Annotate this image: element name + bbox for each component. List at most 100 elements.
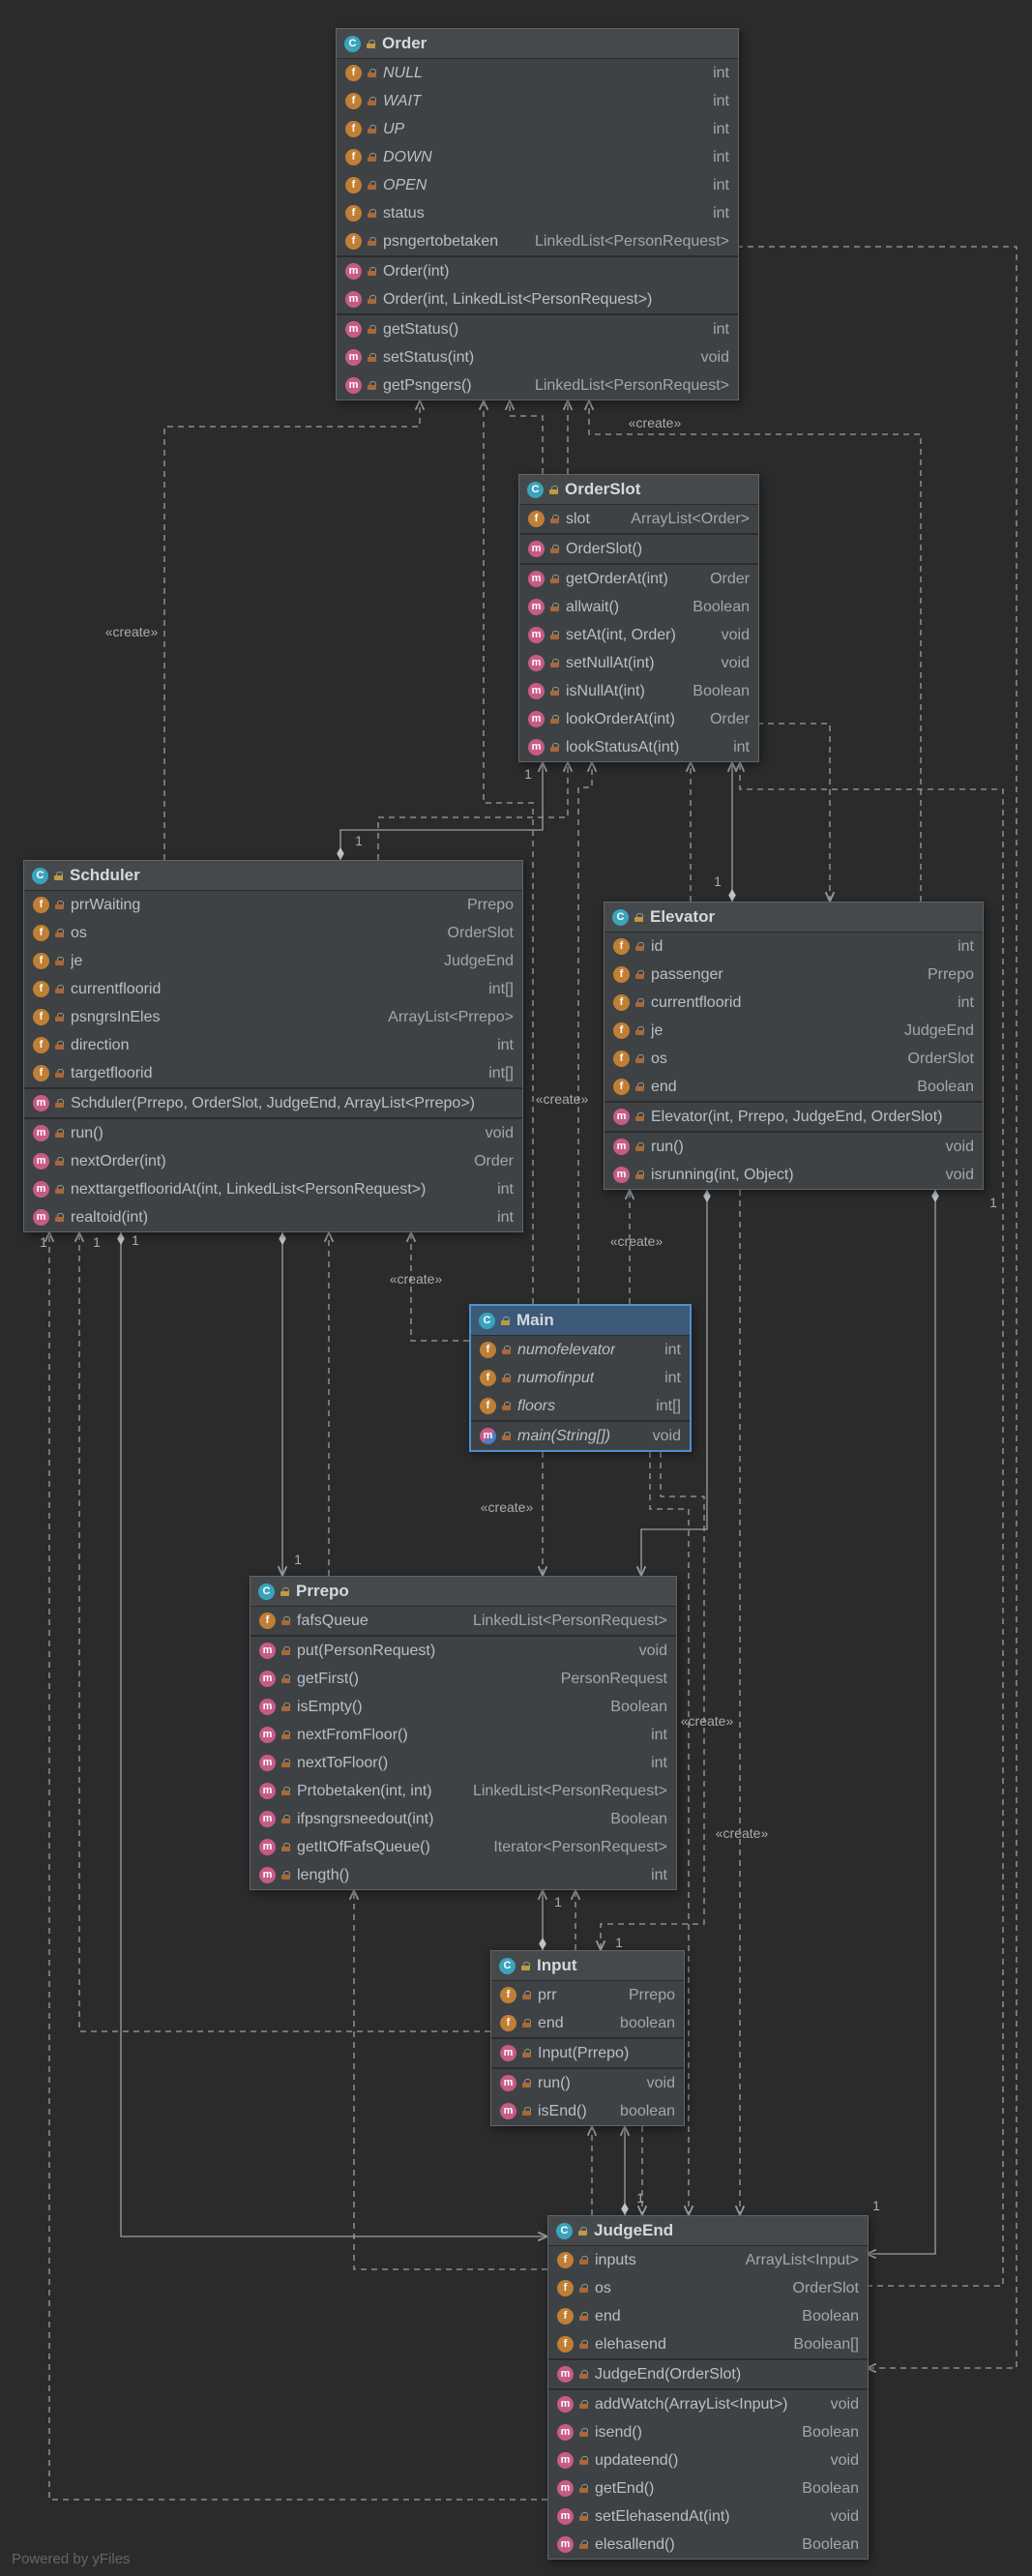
class-main[interactable]: C Main f numofelevator int f numofinput int f flo…	[469, 1304, 692, 1452]
method-row[interactable]: m getItOfFafsQueue() Iterator<PersonReques…	[251, 1833, 676, 1861]
field-row[interactable]: f passenger Prrepo	[604, 961, 983, 989]
method-row[interactable]: m isend() Boolean	[548, 2418, 868, 2446]
field-row[interactable]: f elehasend Boolean[]	[548, 2330, 868, 2358]
field-row[interactable]: f end boolean	[491, 2009, 684, 2037]
member-name: numofinput	[517, 1369, 595, 1386]
method-row[interactable]: m setNullAt(int) void	[519, 649, 758, 677]
field-row[interactable]: f end Boolean	[548, 2302, 868, 2330]
field-row[interactable]: f inputs ArrayList<Input>	[548, 2246, 868, 2274]
class-header-main[interactable]: C Main	[471, 1306, 690, 1336]
class-header-order[interactable]: C Order	[337, 29, 738, 59]
field-row[interactable]: f slot ArrayList<Order>	[519, 505, 758, 533]
method-row[interactable]: m isNullAt(int) Boolean	[519, 677, 758, 705]
method-row[interactable]: m getEnd() Boolean	[548, 2474, 868, 2502]
method-row[interactable]: m Prtobetaken(int, int) LinkedList<PersonR…	[251, 1777, 676, 1805]
class-header-schduler[interactable]: C Schduler	[24, 861, 522, 891]
field-row[interactable]: f UP int	[337, 115, 738, 143]
method-row[interactable]: m realtoid(int) int	[24, 1203, 522, 1231]
method-row[interactable]: m lookOrderAt(int) Order	[519, 705, 758, 733]
member-type: int	[497, 1036, 514, 1053]
class-header-elevator[interactable]: C Elevator	[604, 903, 983, 933]
constructor-row[interactable]: m Order(int)	[337, 257, 738, 285]
constructor-row[interactable]: m Input(Prrepo)	[491, 2039, 684, 2067]
method-row[interactable]: m getPsngers() LinkedList<PersonRequest>	[337, 371, 738, 400]
lock-icon	[281, 1731, 291, 1739]
method-row[interactable]: m getOrderAt(int) Order	[519, 565, 758, 593]
field-row[interactable]: f OPEN int	[337, 171, 738, 199]
class-header-prrepo[interactable]: C Prrepo	[251, 1577, 676, 1607]
method-row[interactable]: m nextFromFloor() int	[251, 1721, 676, 1749]
class-header-input[interactable]: C Input	[491, 1951, 684, 1981]
constructor-row[interactable]: m OrderSlot()	[519, 535, 758, 563]
field-row[interactable]: f psngrsInEles ArrayList<Prrepo>	[24, 1003, 522, 1031]
method-row[interactable]: m run() void	[604, 1133, 983, 1161]
field-row[interactable]: f floors int[]	[471, 1392, 690, 1420]
method-row[interactable]: m main(String[]) void	[471, 1422, 690, 1450]
method-row[interactable]: m isEnd() boolean	[491, 2097, 684, 2125]
field-row[interactable]: f direction int	[24, 1031, 522, 1059]
field-row[interactable]: f prr Prrepo	[491, 1981, 684, 2009]
class-judgeend[interactable]: C JudgeEnd f inputs ArrayList<Input> f os Order…	[547, 2215, 869, 2560]
field-row[interactable]: f numofelevator int	[471, 1336, 690, 1364]
field-row[interactable]: f je JudgeEnd	[604, 1017, 983, 1045]
class-schduler[interactable]: C Schduler f prrWaiting Prrepo f os OrderSlot f j…	[23, 860, 523, 1232]
method-row[interactable]: m length() int	[251, 1861, 676, 1889]
class-orderslot[interactable]: C OrderSlot f slot ArrayList<Order> m OrderSlo…	[518, 474, 759, 762]
field-row[interactable]: f os OrderSlot	[24, 919, 522, 947]
method-row[interactable]: m ifpsngrsneedout(int) Boolean	[251, 1805, 676, 1833]
method-row[interactable]: m setElehasendAt(int) void	[548, 2502, 868, 2531]
field-row[interactable]: f je JudgeEnd	[24, 947, 522, 975]
field-row[interactable]: f currentfloorid int	[604, 989, 983, 1017]
field-row[interactable]: f numofinput int	[471, 1364, 690, 1392]
method-row[interactable]: m nexttargetflooridAt(int, LinkedList<Per…	[24, 1175, 522, 1203]
class-order[interactable]: C Order f NULL int f WAIT int f UP int f DOWN int f OPE…	[336, 28, 739, 400]
field-row[interactable]: f WAIT int	[337, 87, 738, 115]
method-row[interactable]: m nextOrder(int) Order	[24, 1147, 522, 1175]
constructor-row[interactable]: m Order(int, LinkedList<PersonRequest>)	[337, 285, 738, 313]
constructor-row[interactable]: m Schduler(Prrepo, OrderSlot, JudgeEnd, A…	[24, 1089, 522, 1117]
field-row[interactable]: f targetfloorid int[]	[24, 1059, 522, 1087]
method-row[interactable]: m getFirst() PersonRequest	[251, 1665, 676, 1693]
class-input[interactable]: C Input f prr Prrepo f end boolean m Input(Prrepo…	[490, 1950, 685, 2126]
field-row[interactable]: f status int	[337, 199, 738, 227]
method-row[interactable]: m run() void	[24, 1119, 522, 1147]
field-row[interactable]: f DOWN int	[337, 143, 738, 171]
member-name: Prtobetaken(int, int)	[297, 1782, 432, 1799]
field-row[interactable]: f prrWaiting Prrepo	[24, 891, 522, 919]
field-row[interactable]: f end Boolean	[604, 1073, 983, 1101]
diagram-canvas[interactable]: Powered by yFiles «create» «create» «creat…	[0, 0, 1032, 2576]
method-row[interactable]: m isrunning(int, Object) void	[604, 1161, 983, 1189]
class-header-orderslot[interactable]: C OrderSlot	[519, 475, 758, 505]
constructor-row[interactable]: m JudgeEnd(OrderSlot)	[548, 2360, 868, 2388]
method-row[interactable]: m allwait() Boolean	[519, 593, 758, 621]
constructor-row[interactable]: m Elevator(int, Prrepo, JudgeEnd, OrderSl…	[604, 1103, 983, 1131]
lock-icon	[55, 929, 65, 937]
field-row[interactable]: f psngertobetaken LinkedList<PersonRequest…	[337, 227, 738, 255]
method-row[interactable]: m setStatus(int) void	[337, 343, 738, 371]
field-row[interactable]: f os OrderSlot	[604, 1045, 983, 1073]
method-row[interactable]: m setAt(int, Order) void	[519, 621, 758, 649]
method-row[interactable]: m nextToFloor() int	[251, 1749, 676, 1777]
member-type: ArrayList<Input>	[745, 2251, 859, 2268]
method-row[interactable]: m addWatch(ArrayList<Input>) void	[548, 2390, 868, 2418]
method-row[interactable]: m run() void	[491, 2069, 684, 2097]
field-row[interactable]: f NULL int	[337, 59, 738, 87]
method-row[interactable]: m getStatus() int	[337, 315, 738, 343]
class-prrepo[interactable]: C Prrepo f fafsQueue LinkedList<PersonReques…	[250, 1576, 677, 1890]
fields-section: f prr Prrepo f end boolean	[491, 1981, 684, 2037]
method-row[interactable]: m lookStatusAt(int) int	[519, 733, 758, 761]
field-row[interactable]: f os OrderSlot	[548, 2274, 868, 2302]
class-elevator[interactable]: C Elevator f id int f passenger Prrepo f currentf…	[604, 902, 984, 1190]
method-row[interactable]: m updateend() void	[548, 2446, 868, 2474]
field-row[interactable]: f fafsQueue LinkedList<PersonRequest>	[251, 1607, 676, 1635]
multiplicity-label: 1	[40, 1234, 47, 1250]
method-row[interactable]: m put(PersonRequest) void	[251, 1637, 676, 1665]
method-row[interactable]: m elesallend() Boolean	[548, 2531, 868, 2559]
class-header-judgeend[interactable]: C JudgeEnd	[548, 2216, 868, 2246]
member-name: addWatch(ArrayList<Input>)	[595, 2395, 788, 2413]
member-name: isNullAt(int)	[566, 682, 645, 699]
constructors-section: m OrderSlot()	[519, 533, 758, 563]
field-row[interactable]: f id int	[604, 933, 983, 961]
method-row[interactable]: m isEmpty() Boolean	[251, 1693, 676, 1721]
field-row[interactable]: f currentfloorid int[]	[24, 975, 522, 1003]
